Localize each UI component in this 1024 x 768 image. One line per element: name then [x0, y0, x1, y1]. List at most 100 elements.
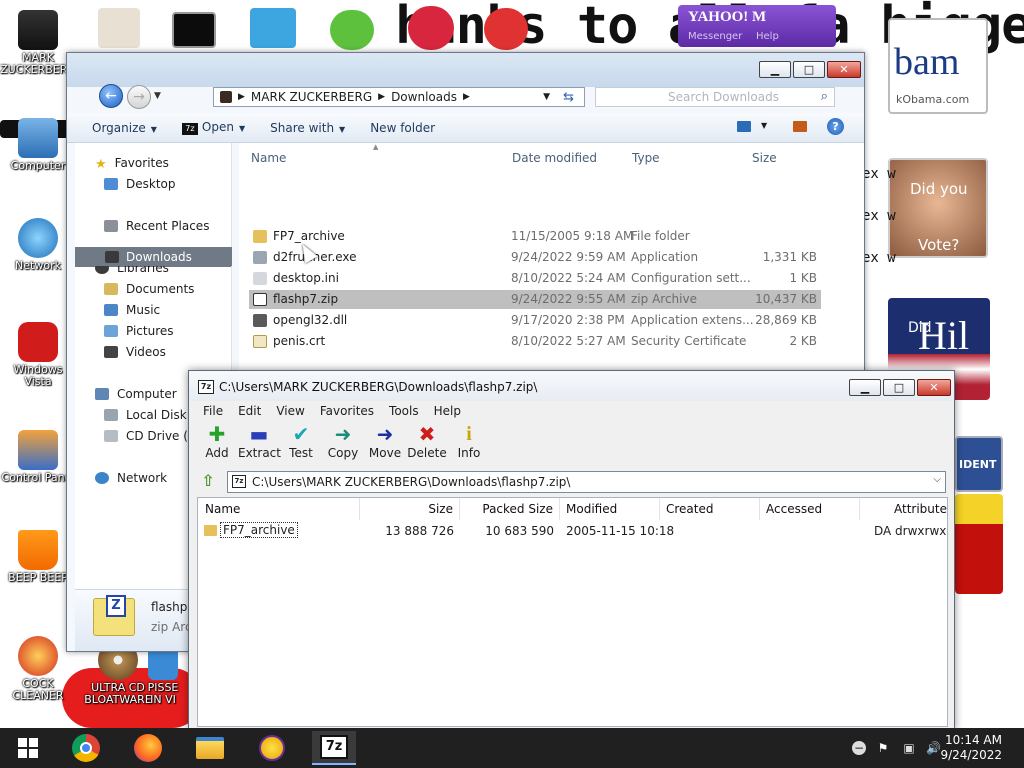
taskbar-yahoo-messenger[interactable]: [250, 731, 294, 765]
address-bar[interactable]: ▶ MARK ZUCKERBERG ▶ Downloads ▶ ▼ ⇆: [213, 87, 585, 107]
column-header-name[interactable]: Name: [251, 151, 286, 165]
maximize-button[interactable]: □: [883, 379, 915, 396]
tray-flag-icon[interactable]: ⚑: [876, 741, 890, 755]
taskbar-firefox[interactable]: [126, 731, 170, 765]
notes-app-icon[interactable]: [98, 8, 140, 48]
menu-help[interactable]: Help: [434, 404, 461, 418]
yahoo-help-link[interactable]: Help: [756, 31, 779, 42]
nav-documents[interactable]: Documents: [104, 282, 194, 296]
minimize-button[interactable]: ▁: [759, 61, 791, 78]
info-button[interactable]: i Info: [448, 422, 490, 466]
menu-edit[interactable]: Edit: [238, 404, 261, 418]
minimize-button[interactable]: ▁: [849, 379, 881, 396]
recent-pages-dropdown[interactable]: ▼: [154, 91, 161, 101]
terminal-app-icon[interactable]: [172, 12, 216, 48]
sevenzip-window[interactable]: 7z C:\Users\MARK ZUCKERBERG\Downloads\fl…: [188, 370, 955, 730]
menu-file[interactable]: File: [203, 404, 223, 418]
taskbar-clock[interactable]: 10:14 AM 9/24/2022: [940, 733, 1002, 763]
menu-tools[interactable]: Tools: [389, 404, 419, 418]
pig-game-icon[interactable]: [330, 10, 374, 50]
file-row-selected[interactable]: flashp7.zip 9/24/2022 9:55 AM zip Archiv…: [249, 290, 821, 309]
address-dropdown-icon[interactable]: ▼: [543, 92, 550, 102]
nav-desktop[interactable]: Desktop: [104, 177, 176, 191]
column-header-size[interactable]: Size: [360, 498, 460, 520]
nav-music[interactable]: Music: [104, 303, 160, 317]
file-date: 9/24/2022 9:55 AM: [511, 292, 626, 306]
taskbar-file-explorer[interactable]: [188, 731, 232, 765]
forward-button[interactable]: →: [127, 85, 151, 109]
archive-row[interactable]: FP7_archive 13 888 726 10 683 590 2005-1…: [198, 521, 947, 541]
desktop-icon-windows-vista[interactable]: Windows Vista: [0, 322, 76, 388]
menu-favorites[interactable]: Favorites: [320, 404, 374, 418]
column-header-modified[interactable]: Modified: [560, 498, 660, 520]
copy-button[interactable]: ➜ Copy: [322, 422, 364, 466]
organize-button[interactable]: Organize ▼: [92, 121, 157, 135]
file-row[interactable]: d2frunner.exe 9/24/2022 9:59 AM Applicat…: [249, 248, 821, 267]
column-header-type[interactable]: Type: [632, 151, 660, 165]
nav-cd-drive[interactable]: CD Drive (E:: [104, 429, 200, 443]
back-button[interactable]: ←: [99, 84, 123, 108]
test-button[interactable]: ✔ Test: [280, 422, 322, 466]
yahoo-messenger-widget[interactable]: YAHOO! M Messenger Help: [678, 5, 836, 47]
desktop-icon-mark-zuckerberg[interactable]: MARK ZUCKERBERG: [0, 10, 76, 76]
refresh-icon[interactable]: ⇆: [563, 90, 574, 105]
new-folder-button[interactable]: New folder: [370, 121, 435, 135]
nav-pictures[interactable]: Pictures: [104, 324, 174, 338]
devcpp-icon[interactable]: [484, 8, 528, 50]
column-header-attributes[interactable]: Attribute: [860, 498, 947, 520]
column-header-size[interactable]: Size: [752, 151, 777, 165]
menu-view[interactable]: View: [276, 404, 304, 418]
column-header-name[interactable]: Name: [198, 498, 360, 520]
nav-videos[interactable]: Videos: [104, 345, 166, 359]
nav-computer[interactable]: Computer: [95, 387, 177, 401]
tray-minus-icon[interactable]: −: [852, 741, 866, 755]
yahoo-messenger-link[interactable]: Messenger: [688, 31, 742, 42]
nav-downloads-selected[interactable]: Downloads: [75, 247, 232, 266]
tray-volume-icon[interactable]: 🔊: [926, 741, 941, 755]
desktop-icon-cock-cleaner[interactable]: COCK CLEANER: [0, 636, 76, 702]
close-button[interactable]: ✕: [827, 61, 861, 78]
file-row[interactable]: desktop.ini 8/10/2022 5:24 AM Configurat…: [249, 269, 821, 288]
start-button[interactable]: [6, 731, 50, 765]
file-row[interactable]: opengl32.dll 9/17/2020 2:38 PM Applicati…: [249, 311, 821, 330]
tray-network-icon[interactable]: ▣: [902, 741, 916, 755]
p-app-icon[interactable]: [408, 6, 454, 50]
breadcrumb-mark-zuckerberg[interactable]: MARK ZUCKERBERG: [251, 90, 372, 104]
column-header-date-modified[interactable]: Date modified: [512, 151, 597, 165]
column-header-accessed[interactable]: Accessed: [760, 498, 860, 520]
nav-network[interactable]: Network: [95, 471, 167, 485]
search-icon[interactable]: ⌕: [821, 89, 828, 104]
folder-up-icon[interactable]: ⇧: [197, 472, 219, 492]
file-row[interactable]: FP7_archive 11/15/2005 9:18 AM File fold…: [249, 227, 821, 246]
desktop-icon-computer[interactable]: Computer: [0, 118, 76, 172]
desktop-icon-network[interactable]: Network: [0, 218, 76, 272]
open-button[interactable]: 7z Open ▼: [181, 120, 245, 135]
chevron-down-icon[interactable]: ⌵: [933, 474, 941, 485]
nav-recent-places[interactable]: Recent Places: [104, 219, 209, 233]
taskbar-sevenzip[interactable]: 7z: [312, 731, 356, 765]
search-box[interactable]: Search Downloads ⌕: [595, 87, 835, 107]
close-button[interactable]: ✕: [917, 379, 951, 396]
maximize-button[interactable]: □: [793, 61, 825, 78]
desktop-icon-beep-beep[interactable]: BEEP BEEP: [0, 530, 76, 584]
chevron-down-icon[interactable]: ▼: [761, 121, 767, 130]
desktop-icon-control-panel[interactable]: Control Panel: [0, 430, 76, 484]
path-input[interactable]: 7z C:\Users\MARK ZUCKERBERG\Downloads\fl…: [227, 471, 946, 493]
add-button[interactable]: ✚ Add: [196, 422, 238, 466]
move-button[interactable]: ➜ Move: [364, 422, 406, 466]
taskbar-chrome[interactable]: [64, 731, 108, 765]
nav-favorites[interactable]: ★ Favorites: [95, 156, 169, 172]
share-with-button[interactable]: Share with ▼: [270, 121, 345, 135]
help-icon[interactable]: ?: [827, 118, 844, 135]
file-row[interactable]: penis.crt 8/10/2022 5:27 AM Security Cer…: [249, 332, 821, 351]
extract-button[interactable]: ▬ Extract: [238, 422, 281, 466]
delete-button[interactable]: ✖ Delete: [406, 422, 448, 466]
file-type: Security Certificate: [631, 334, 747, 348]
view-options-icon[interactable]: [737, 121, 751, 132]
explorer-titlebar[interactable]: [67, 53, 864, 87]
column-header-packed-size[interactable]: Packed Size: [460, 498, 560, 520]
breadcrumb-downloads[interactable]: Downloads: [391, 90, 457, 104]
column-header-created[interactable]: Created: [660, 498, 760, 520]
drive-app-icon[interactable]: [250, 8, 296, 48]
preview-pane-icon[interactable]: [793, 121, 807, 132]
